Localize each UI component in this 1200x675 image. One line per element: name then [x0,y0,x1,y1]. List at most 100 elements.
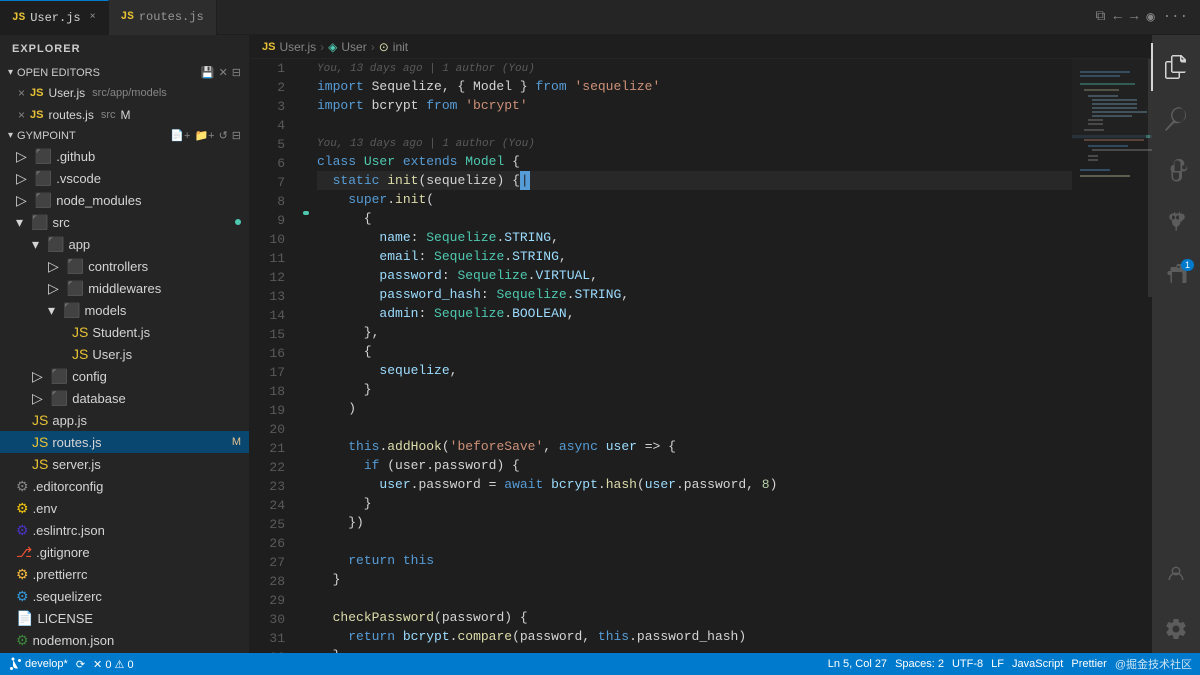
activity-extensions[interactable]: 1 [1152,251,1200,299]
code-content[interactable]: You, 13 days ago | 1 author (You) import… [309,59,1072,653]
code-line-24 [317,532,1072,551]
collapse-all-icon[interactable]: ⊟ [232,66,241,79]
tree-item-editorconfig[interactable]: ⚙ .editorconfig [0,475,249,497]
activity-debug[interactable] [1152,199,1200,247]
status-eol[interactable]: LF [991,658,1004,670]
tree-item-prettierrc[interactable]: ⚙ .prettierrc [0,563,249,585]
routes-js-label: routes.js [52,435,101,450]
tree-item-eslint[interactable]: ⚙ .eslintrc.json [0,519,249,541]
open-editors-label: OPEN EDITORS [17,67,100,79]
code-line-19: this.addHook('beforeSave', async user =>… [317,437,1072,456]
open-editor-user-js-path: src/app/models [92,87,167,99]
open-editor-routes-js[interactable]: × JS routes.js src M [0,104,249,126]
status-spaces[interactable]: Spaces: 2 [895,658,944,670]
tab-routes-js[interactable]: JS routes.js [109,0,217,35]
code-line-4: class User extends Model { [317,152,1072,171]
code-line-17: ) [317,399,1072,418]
folder-icon-3: ⬛ [35,192,52,209]
server-js-label: server.js [52,457,100,472]
file-tree: ▷ ⬛ .github ▷ ⬛ .vscode ▷ ⬛ node_modules [0,145,249,653]
status-sync[interactable]: ⟳ [76,658,85,671]
status-bar-left: develop* ⟳ ✕ 0 ⚠ 0 [8,657,134,671]
status-errors[interactable]: ✕ 0 ⚠ 0 [93,658,134,671]
activity-search[interactable] [1152,95,1200,143]
sidebar: EXPLORER ▾ OPEN EDITORS 💾 ✕ ⊟ × JS User.… [0,35,250,653]
split-editor-icon[interactable]: ⧉ [1096,9,1106,25]
status-encoding[interactable]: UTF-8 [952,658,983,670]
code-line-9: email: Sequelize.STRING, [317,247,1072,266]
tree-item-middlewares[interactable]: ▷ ⬛ middlewares [0,277,249,299]
breadcrumb-method[interactable]: init [393,40,408,54]
activity-explorer[interactable] [1151,43,1199,91]
more-icon[interactable]: ··· [1163,9,1188,25]
tree-item-user-js[interactable]: JS User.js [0,343,249,365]
breadcrumb-class[interactable]: User [341,40,366,54]
gympoint-chevron: ▾ [8,130,13,141]
tree-item-routes-js[interactable]: JS routes.js M [0,431,249,453]
database-label: database [72,391,126,406]
code-line-10: password: Sequelize.VIRTUAL, [317,266,1072,285]
gympoint-label: GYMPOINT [17,130,76,142]
tree-item-app[interactable]: ▾ ⬛ app [0,233,249,255]
go-live-icon[interactable]: ◉ [1146,9,1154,26]
tree-item-src[interactable]: ▾ ⬛ src [0,211,249,233]
close-user-js[interactable]: × [18,86,25,100]
code-line-25: return this [317,551,1072,570]
tree-item-sequelizerc[interactable]: ⚙ .sequelizerc [0,585,249,607]
tree-item-controllers[interactable]: ▷ ⬛ controllers [0,255,249,277]
breadcrumb-filename[interactable]: User.js [279,40,316,54]
tree-item-server-js[interactable]: JS server.js [0,453,249,475]
sync-icon: ⟳ [76,659,85,671]
tree-item-nodemon[interactable]: ⚙ nodemon.json [0,629,249,651]
navigate-forward-icon[interactable]: → [1130,9,1138,25]
navigate-back-icon[interactable]: ← [1114,9,1122,25]
git-annotation-4: You, 13 days ago | 1 author (You) [317,134,1072,152]
error-icon: ✕ [93,659,105,671]
gympoint-header[interactable]: ▾ GYMPOINT 📄+ 📁+ ↺ ⊟ [0,126,249,145]
js-student-icon: JS [72,324,88,340]
config-label: config [72,369,107,384]
close-all-icon[interactable]: ✕ [219,66,228,79]
code-line-29: return bcrypt.compare(password, this.pas… [317,627,1072,646]
status-position[interactable]: Ln 5, Col 27 [828,658,887,670]
tab-user-js-close[interactable]: × [90,12,96,23]
env-label: .env [33,501,58,516]
code-line-30: } [317,646,1072,653]
tree-item-student-js[interactable]: JS Student.js [0,321,249,343]
open-editors-header[interactable]: ▾ OPEN EDITORS 💾 ✕ ⊟ [0,63,249,82]
tree-item-app-js[interactable]: JS app.js [0,409,249,431]
code-line-2: import bcrypt from 'bcrypt' [317,96,1072,115]
status-language[interactable]: JavaScript [1012,658,1063,670]
editorconfig-label: .editorconfig [33,479,104,494]
tree-item-github[interactable]: ▷ ⬛ .github [0,145,249,167]
collapse-icon[interactable]: ⊟ [232,129,241,142]
tree-item-env[interactable]: ⚙ .env [0,497,249,519]
tree-item-models[interactable]: ▾ ⬛ models [0,299,249,321]
tree-item-vscode[interactable]: ▷ ⬛ .vscode [0,167,249,189]
prettierrc-label: .prettierrc [33,567,88,582]
tree-item-config[interactable]: ▷ ⬛ config [0,365,249,387]
close-routes-js[interactable]: × [18,108,25,122]
folder-app-icon: ⬛ [47,236,64,253]
tree-item-database[interactable]: ▷ ⬛ database [0,387,249,409]
tree-item-license[interactable]: 📄 LICENSE [0,607,249,629]
status-git-branch[interactable]: develop* [8,657,68,671]
new-file-icon[interactable]: 📄+ [170,129,190,142]
js-icon-3: JS [30,87,43,99]
open-editor-user-js[interactable]: × JS User.js src/app/models [0,82,249,104]
sequelizerc-icon: ⚙ [16,588,29,605]
activity-git[interactable] [1152,147,1200,195]
activity-accounts[interactable] [1152,553,1200,601]
new-folder-icon[interactable]: 📁+ [194,129,214,142]
js-icon-2: JS [121,11,134,23]
code-line-16: } [317,380,1072,399]
status-formatter[interactable]: Prettier [1071,658,1106,670]
open-editor-user-js-label: User.js [48,86,85,100]
code-line-14: { [317,342,1072,361]
activity-settings[interactable] [1152,605,1200,653]
save-all-icon[interactable]: 💾 [201,66,215,79]
tree-item-gitignore[interactable]: ⎇ .gitignore [0,541,249,563]
tab-user-js[interactable]: JS User.js × [0,0,109,35]
tree-item-node-modules[interactable]: ▷ ⬛ node_modules [0,189,249,211]
refresh-icon[interactable]: ↺ [219,129,228,142]
